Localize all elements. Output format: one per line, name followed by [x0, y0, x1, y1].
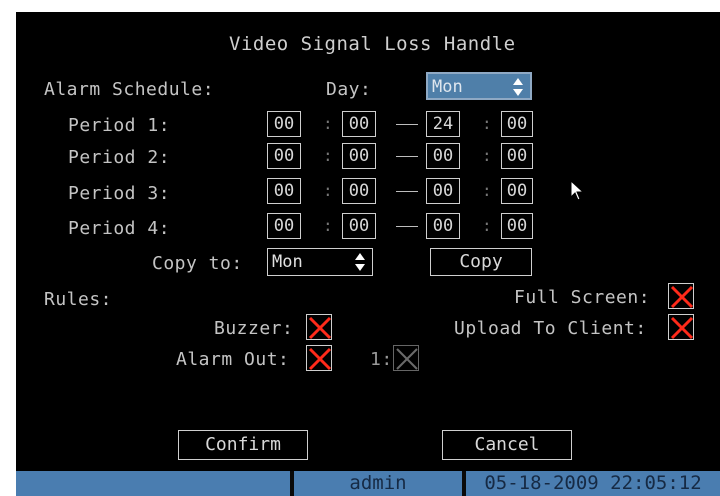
period-3-end-minute[interactable]: 00 — [501, 178, 533, 204]
time-colon: : — [482, 146, 492, 165]
period-4-start-minute[interactable]: 00 — [342, 213, 376, 239]
copy-button[interactable]: Copy — [430, 248, 532, 276]
rules-label: Rules: — [44, 289, 113, 310]
time-colon: : — [323, 146, 333, 165]
alarm-out-1-checkbox[interactable] — [393, 345, 419, 371]
period-4-start-hour[interactable]: 00 — [267, 213, 301, 239]
cancel-button[interactable]: Cancel — [442, 430, 572, 460]
period-3-start-hour[interactable]: 00 — [267, 178, 301, 204]
x-mark-icon — [308, 316, 332, 340]
period-2-label: Period 2: — [68, 147, 171, 168]
period-4-end-hour[interactable]: 00 — [426, 213, 460, 239]
full-screen-checkbox[interactable] — [668, 283, 694, 309]
period-1-end-hour[interactable]: 24 — [426, 111, 460, 137]
buzzer-checkbox[interactable] — [306, 314, 332, 340]
status-user: admin — [294, 471, 462, 496]
period-2-end-hour[interactable]: 00 — [426, 143, 460, 169]
x-mark-icon — [670, 285, 694, 309]
status-segment-empty — [16, 471, 290, 496]
time-colon: : — [482, 216, 492, 235]
alarm-out-1-label: 1: — [370, 349, 393, 370]
alarm-out-checkbox[interactable] — [306, 345, 332, 371]
period-4-label: Period 4: — [68, 218, 171, 239]
copy-to-label: Copy to: — [152, 253, 243, 274]
period-3-start-minute[interactable]: 00 — [342, 178, 376, 204]
copy-to-select[interactable]: Mon — [267, 248, 373, 276]
range-dash — [396, 226, 418, 227]
x-mark-icon — [670, 316, 694, 340]
range-dash — [396, 124, 418, 125]
time-colon: : — [482, 181, 492, 200]
time-colon: : — [482, 114, 492, 133]
period-1-start-minute[interactable]: 00 — [342, 111, 376, 137]
alarm-schedule-label: Alarm Schedule: — [44, 79, 215, 100]
mouse-cursor-icon — [570, 180, 585, 201]
upload-to-client-checkbox[interactable] — [668, 314, 694, 340]
confirm-button[interactable]: Confirm — [178, 430, 308, 460]
updown-arrow-icon — [513, 78, 523, 96]
copy-to-select-value: Mon — [272, 252, 303, 272]
period-1-label: Period 1: — [68, 115, 171, 136]
status-datetime: 05-18-2009 22:05:12 — [466, 471, 720, 496]
time-colon: : — [323, 216, 333, 235]
status-bar: admin 05-18-2009 22:05:12 — [16, 471, 720, 496]
x-mark-icon — [308, 347, 332, 371]
time-colon: : — [323, 181, 333, 200]
day-select-value: Mon — [432, 77, 463, 97]
dvr-screen: Video Signal Loss Handle Alarm Schedule:… — [16, 12, 720, 496]
x-mark-icon — [396, 348, 418, 370]
period-1-end-minute[interactable]: 00 — [501, 111, 533, 137]
day-select[interactable]: Mon — [426, 72, 532, 100]
period-4-end-minute[interactable]: 00 — [501, 213, 533, 239]
period-2-start-hour[interactable]: 00 — [267, 143, 301, 169]
period-3-label: Period 3: — [68, 183, 171, 204]
buzzer-label: Buzzer: — [214, 318, 294, 339]
full-screen-label: Full Screen: — [514, 287, 651, 308]
range-dash — [396, 191, 418, 192]
period-2-start-minute[interactable]: 00 — [342, 143, 376, 169]
period-2-end-minute[interactable]: 00 — [501, 143, 533, 169]
dialog-title: Video Signal Loss Handle — [229, 33, 516, 55]
period-1-start-hour[interactable]: 00 — [267, 111, 301, 137]
alarm-out-label: Alarm Out: — [176, 349, 290, 370]
time-colon: : — [323, 114, 333, 133]
day-label: Day: — [326, 79, 372, 100]
period-3-end-hour[interactable]: 00 — [426, 178, 460, 204]
updown-arrow-icon — [355, 253, 365, 271]
range-dash — [396, 156, 418, 157]
upload-to-client-label: Upload To Client: — [454, 318, 647, 339]
